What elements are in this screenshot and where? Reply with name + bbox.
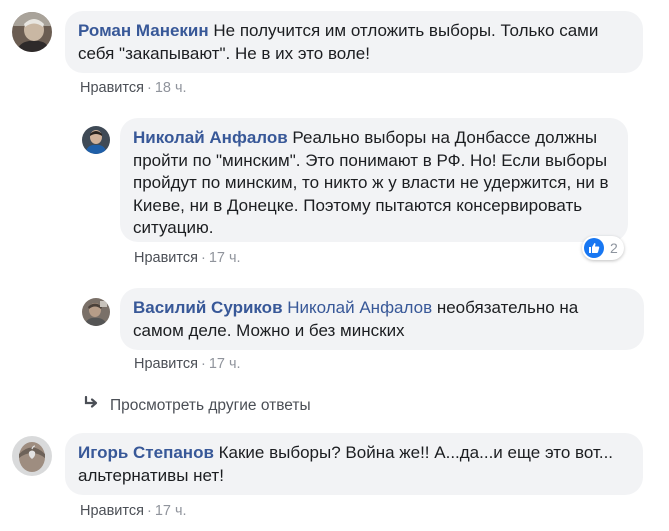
reply-arrow-icon — [84, 395, 100, 415]
avatar[interactable] — [12, 12, 52, 52]
avatar[interactable] — [12, 436, 52, 476]
avatar[interactable] — [82, 298, 110, 326]
timestamp[interactable]: 17 ч. — [209, 356, 241, 372]
comment-bubble: Николай Анфалов Реально выборы на Донбас… — [120, 118, 628, 242]
comment-bubble: Роман Манекин Не получится им отложить в… — [65, 11, 643, 73]
like-link[interactable]: Нравится — [134, 250, 198, 266]
comment-author[interactable]: Роман Манекин — [78, 21, 209, 40]
reaction-count-badge[interactable]: 2 — [582, 236, 624, 260]
avatar[interactable] — [82, 126, 110, 154]
view-more-replies-label[interactable]: Просмотреть другие ответы — [110, 397, 311, 415]
like-link[interactable]: Нравится — [80, 503, 144, 519]
comment-bubble: Василий Суриков Николай Анфалов необязат… — [120, 288, 644, 350]
comment-actions: Нравится · 17 ч. — [80, 503, 187, 519]
comment-bubble: Игорь Степанов Какие выборы? Война же!! … — [65, 433, 643, 495]
mention-link[interactable]: Николай Анфалов — [287, 298, 432, 317]
like-reaction-icon — [584, 238, 604, 258]
reaction-count: 2 — [610, 240, 618, 256]
timestamp[interactable]: 18 ч. — [155, 80, 187, 96]
timestamp[interactable]: 17 ч. — [209, 250, 241, 266]
comment-author[interactable]: Игорь Степанов — [78, 443, 214, 462]
comment-actions: Нравится · 18 ч. — [80, 80, 187, 96]
comment-actions: Нравится · 17 ч. — [134, 356, 241, 372]
like-link[interactable]: Нравится — [80, 80, 144, 96]
view-more-replies-link[interactable]: Просмотреть другие ответы — [84, 395, 311, 415]
comment-author[interactable]: Николай Анфалов — [133, 128, 288, 147]
comment-author[interactable]: Василий Суриков — [133, 298, 283, 317]
like-link[interactable]: Нравится — [134, 356, 198, 372]
timestamp[interactable]: 17 ч. — [155, 503, 187, 519]
comment-actions: Нравится · 17 ч. — [134, 250, 241, 266]
